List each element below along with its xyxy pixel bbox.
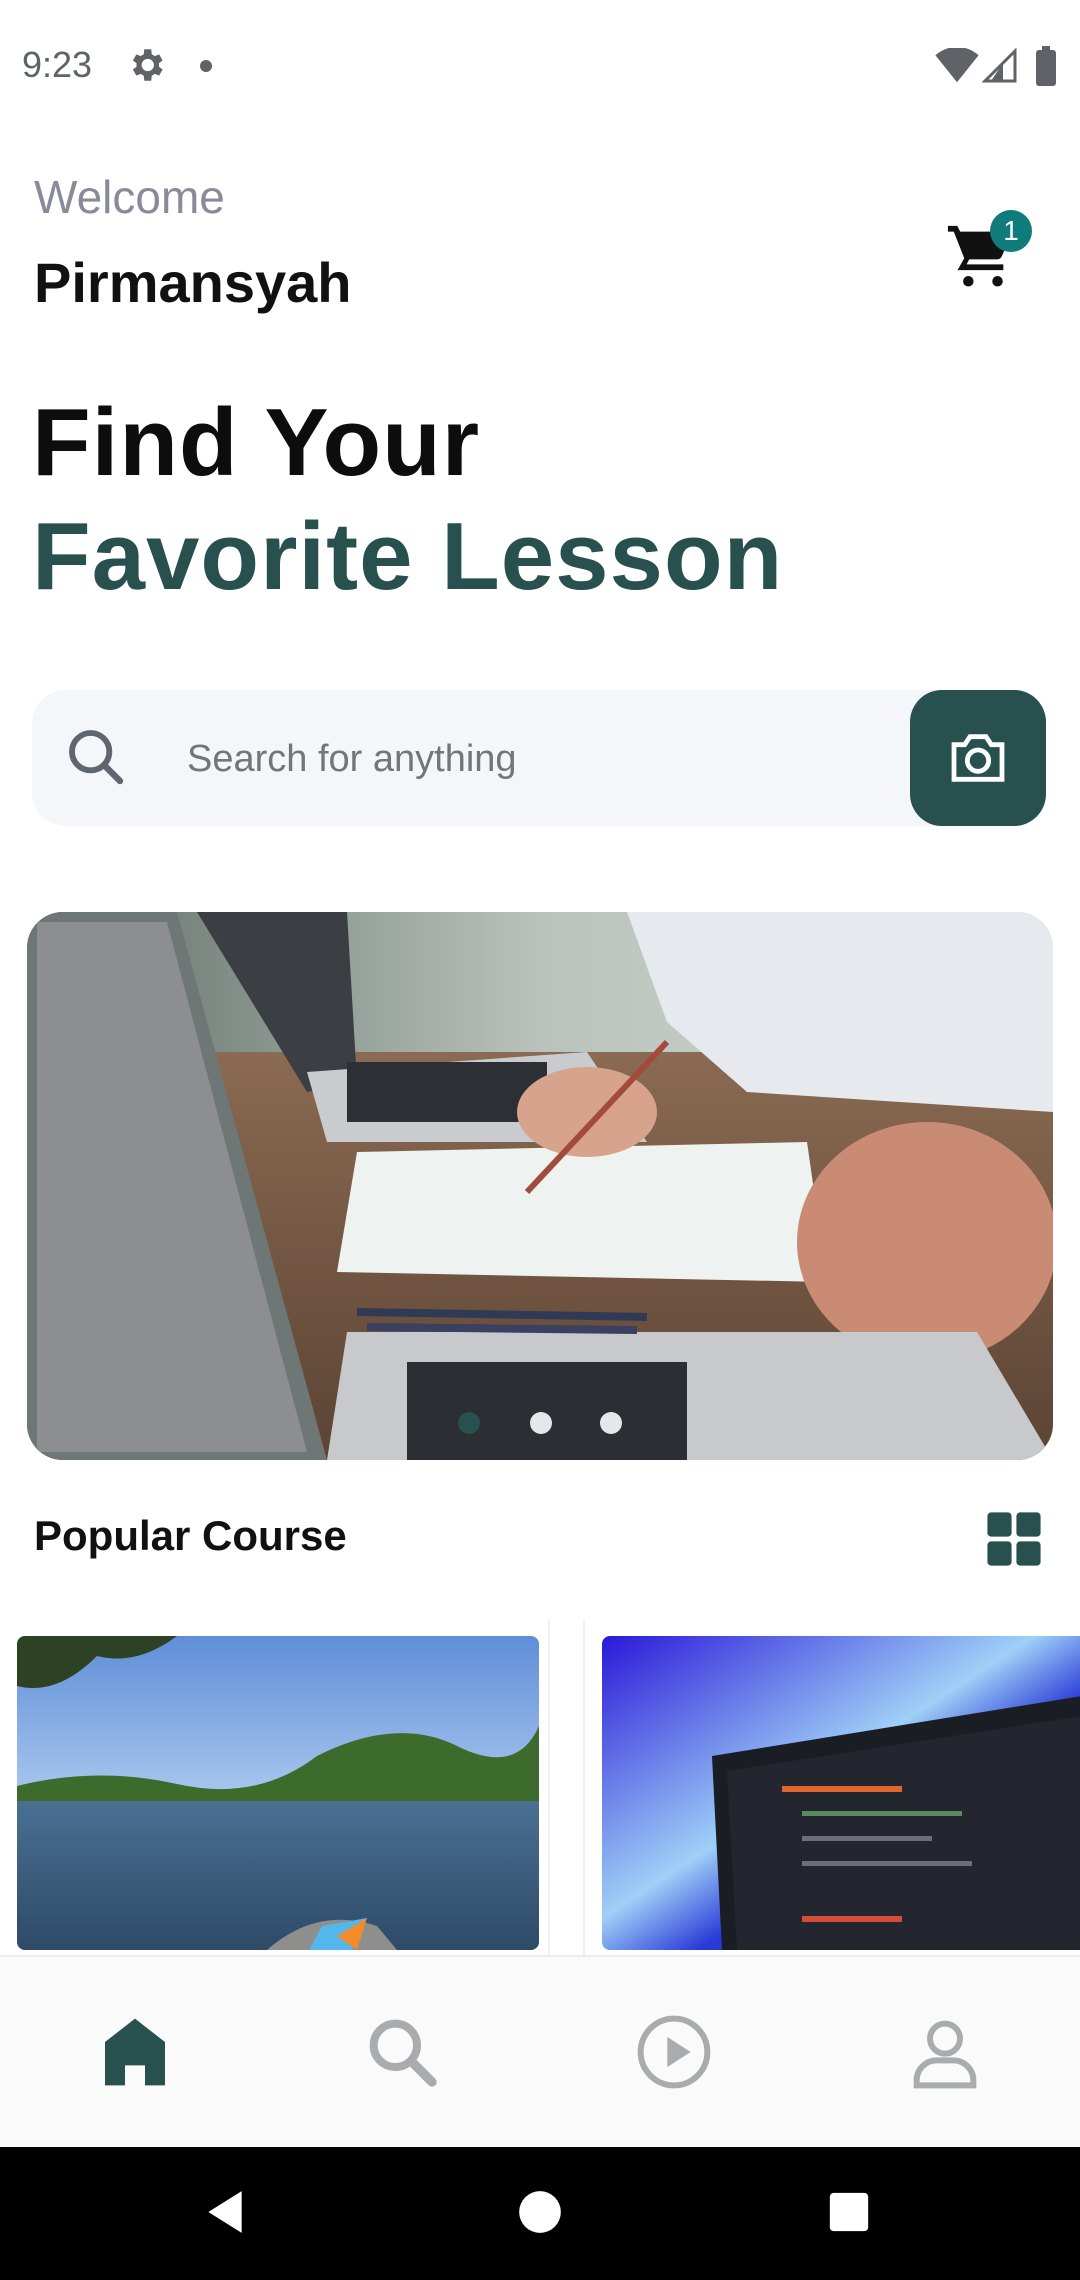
course-card[interactable]	[583, 1620, 1080, 1960]
course-thumbnail	[602, 1636, 1080, 1950]
system-navigation-bar	[0, 2147, 1080, 2280]
carousel-dot-1[interactable]	[458, 1412, 480, 1434]
status-bar: 9:23	[0, 0, 1080, 130]
user-name: Pirmansyah	[34, 251, 352, 314]
notification-dot-icon	[200, 60, 212, 72]
carousel-dot-2[interactable]	[530, 1412, 552, 1434]
search-input[interactable]	[185, 728, 889, 790]
play-icon[interactable]	[634, 2012, 714, 2092]
home-icon[interactable]	[95, 2012, 175, 2092]
popular-course-title: Popular Course	[34, 1512, 347, 1559]
search-icon[interactable]	[362, 2012, 442, 2092]
course-card[interactable]	[0, 1620, 550, 1960]
gear-icon	[132, 49, 163, 81]
status-time: 9:23	[22, 44, 93, 85]
battery-icon	[1036, 46, 1056, 86]
welcome-label: Welcome	[34, 171, 225, 223]
promo-banner[interactable]	[27, 912, 1053, 1460]
wifi-icon	[935, 48, 979, 83]
profile-icon[interactable]	[905, 2012, 985, 2092]
hero-title-line2: Favorite Lesson	[32, 503, 784, 610]
hero-title-line1: Find Your	[32, 389, 481, 496]
signal-icon	[982, 48, 1017, 83]
cart-badge: 1	[990, 210, 1032, 252]
grid-view-icon[interactable]	[985, 1510, 1043, 1568]
home-button-icon[interactable]	[515, 2187, 565, 2237]
back-icon[interactable]	[200, 2187, 250, 2237]
search-icon	[69, 730, 124, 785]
camera-search-button[interactable]	[910, 690, 1046, 826]
recents-icon[interactable]	[826, 2189, 872, 2235]
carousel-dot-3[interactable]	[600, 1412, 622, 1434]
camera-icon	[951, 734, 1005, 782]
course-thumbnail	[17, 1636, 539, 1950]
banner-image	[27, 912, 1053, 1460]
